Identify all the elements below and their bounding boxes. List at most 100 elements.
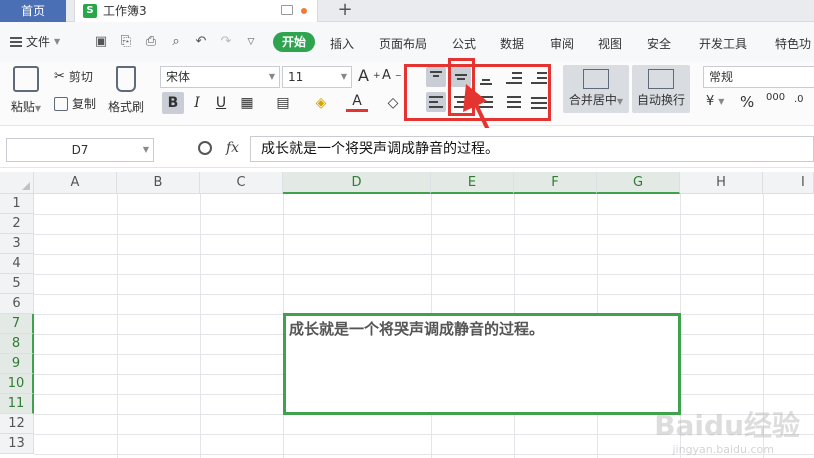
merge-center-button[interactable]: 合并居中▼ [563,65,629,113]
file-menu[interactable]: 文件 ▼ [10,33,60,50]
column-gridline [200,194,201,458]
underline-button[interactable]: U [210,92,232,114]
align-top-icon[interactable] [426,67,446,87]
paste-label: 粘贴▼ [10,100,42,114]
menu-review[interactable]: 审阅 [550,35,574,52]
row-header-12[interactable]: 12 [0,414,34,434]
number-format-value: 常规 [709,70,734,84]
tab-workbook-label: 工作簿3 [103,4,147,18]
unsaved-dot-icon [301,8,307,14]
export-icon[interactable]: ⎘ [118,34,134,50]
formula-input[interactable]: 成长就是一个将哭声调成静音的过程。 [250,136,814,162]
row-header-6[interactable]: 6 [0,294,34,314]
column-header-a[interactable]: A [34,172,117,194]
fill-color-button[interactable]: ◈ [310,92,332,114]
monitor-icon[interactable] [281,5,293,15]
align-bottom-icon[interactable] [476,67,496,87]
redo-icon[interactable]: ↷ [218,34,234,50]
cell-style-button[interactable]: ▤ [272,92,294,114]
save-icon[interactable]: ▣ [93,34,109,50]
align-center-icon[interactable] [451,92,471,112]
row-header-11[interactable]: 11 [0,394,34,414]
number-format-select[interactable]: 常规 [703,66,814,88]
menu-start[interactable]: 开始 [273,32,315,52]
increase-decimal-icon[interactable]: .0 [794,94,804,105]
thousands-separator-button[interactable]: 000 [766,92,785,103]
tab-home[interactable]: 首页 [0,0,66,22]
borders-button[interactable]: ▦ [236,92,258,114]
currency-icon[interactable]: ¥ ▼ [706,94,724,109]
font-color-button[interactable]: A [346,92,368,112]
row-header-8[interactable]: 8 [0,334,34,354]
menu-data[interactable]: 数据 [500,35,524,52]
distributed-align-icon[interactable] [529,92,549,112]
row-header-2[interactable]: 2 [0,214,34,234]
column-header-g[interactable]: G [597,172,680,194]
row-gridline [34,294,814,295]
row-header-1[interactable]: 1 [0,194,34,214]
row-header-7[interactable]: 7 [0,314,34,334]
italic-button[interactable]: I [186,92,208,114]
zoom-icon[interactable] [198,141,212,155]
row-header-5[interactable]: 5 [0,274,34,294]
row-gridline [34,214,814,215]
merge-center-label: 合并居中 [568,93,617,107]
menu-security[interactable]: 安全 [647,35,671,52]
tab-workbook[interactable]: S 工作簿3 [74,0,318,22]
print-icon[interactable]: ⎙ [143,34,159,50]
print-preview-icon[interactable]: ⌕ [168,34,184,50]
customize-chevron-icon[interactable]: ▽ [243,34,259,50]
menu-formulas[interactable]: 公式 [452,35,476,52]
wrap-text-button[interactable]: 自动换行 [632,65,690,113]
name-box[interactable]: D7 ▼ [6,138,154,162]
decrease-font-icon[interactable]: A − [382,68,402,83]
row-header-4[interactable]: 4 [0,254,34,274]
menu-developer[interactable]: 开发工具 [699,35,747,52]
align-left-icon[interactable] [426,92,446,112]
fx-icon[interactable]: fx [226,140,239,156]
menu-page-layout[interactable]: 页面布局 [379,35,427,52]
column-header-d[interactable]: D [283,172,431,194]
increase-indent-icon[interactable] [529,67,549,87]
merged-cell-text: 成长就是一个将哭声调成静音的过程。 [289,320,545,338]
menu-special-features[interactable]: 特色功 [775,35,811,52]
column-header-h[interactable]: H [680,172,763,194]
bold-button[interactable]: B [162,92,184,114]
menu-insert[interactable]: 插入 [330,35,354,52]
align-middle-icon[interactable] [451,67,471,87]
copy-label: 复制 [72,97,97,111]
watermark-url: jingyan.baidu.com [672,443,774,456]
align-right-icon[interactable] [476,92,496,112]
row-gridline [34,234,814,235]
column-header-e[interactable]: E [431,172,514,194]
copy-button[interactable]: 复制 [54,95,96,112]
row-header-3[interactable]: 3 [0,234,34,254]
column-header-b[interactable]: B [117,172,200,194]
row-header-10[interactable]: 10 [0,374,34,394]
format-painter-button[interactable]: 格式刷 [106,66,146,115]
clear-format-button[interactable]: ◇ [382,92,404,114]
cut-button[interactable]: ✂ 剪切 [54,68,93,85]
paste-button[interactable]: 粘贴▼ [8,66,44,115]
decrease-indent-icon[interactable] [504,67,524,87]
justify-icon[interactable] [504,92,524,112]
column-header-i[interactable]: I [763,172,814,194]
merged-cell-d7-g11[interactable]: 成长就是一个将哭声调成静音的过程。 [283,313,681,415]
merge-cells-icon [583,69,609,89]
select-all-corner[interactable] [0,172,34,194]
font-name-select[interactable]: 宋体 ▼ [160,66,280,88]
font-size-select[interactable]: 11 ▼ [282,66,352,88]
hamburger-icon [10,36,22,47]
brush-icon [116,66,136,92]
eraser-icon: ◇ [387,95,399,111]
menu-view[interactable]: 视图 [598,35,622,52]
column-header-f[interactable]: F [514,172,597,194]
increase-font-icon[interactable]: A + [358,66,381,85]
column-header-c[interactable]: C [200,172,283,194]
row-header-9[interactable]: 9 [0,354,34,374]
add-tab-button[interactable]: + [334,0,356,22]
row-header-13[interactable]: 13 [0,434,34,454]
cell-style-icon: ▤ [276,95,290,111]
percent-button[interactable]: % [740,93,754,111]
undo-icon[interactable]: ↶ [193,34,209,50]
